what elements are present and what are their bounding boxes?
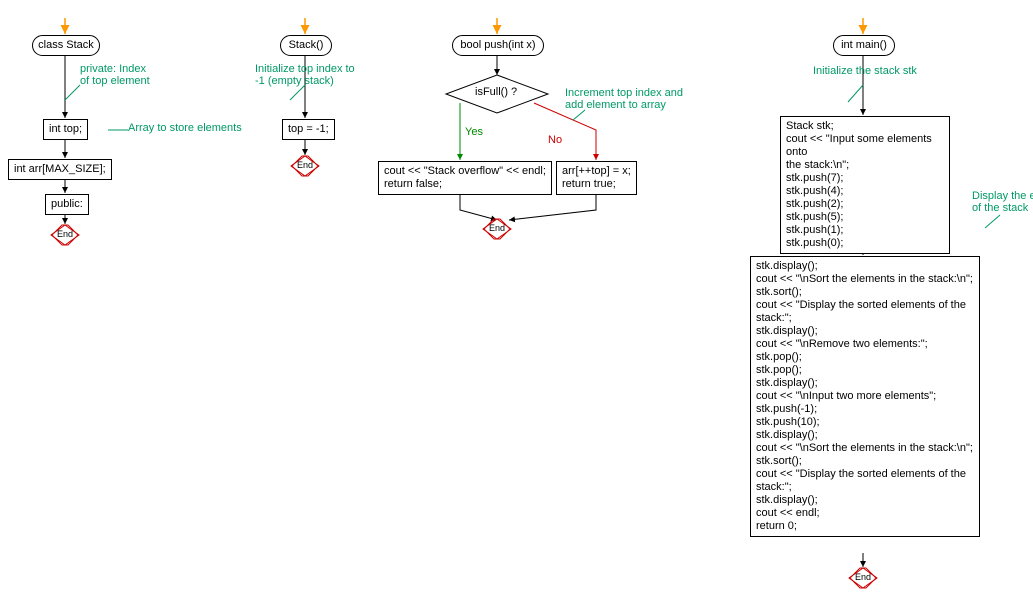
fc1-node-arr-text: int arr[MAX_SIZE];: [14, 163, 106, 175]
fc2-node-init: top = -1;: [282, 119, 335, 140]
fc1-annotation-private: private: Index of top element: [80, 63, 150, 87]
fc4-title: int main(): [833, 35, 895, 56]
fc1-node-public-text: public:: [51, 198, 83, 210]
fc4-end: End: [848, 567, 878, 589]
fc3-annotation: Increment top index and add element to a…: [565, 87, 683, 111]
fc4-end-text: End: [855, 572, 871, 582]
fc1-title-text: class Stack: [38, 39, 94, 51]
fc2-end-text: End: [297, 160, 313, 170]
fc3-edge-yes: Yes: [465, 126, 483, 138]
fc3-end-text: End: [489, 223, 505, 233]
fc1-end: End: [50, 224, 80, 246]
fc3-cond-text: isFull() ?: [475, 86, 517, 98]
fc3-edge-no: No: [548, 134, 562, 146]
fc4-annotation-display: Display the elements of the stack: [972, 190, 1033, 214]
fc3-title-text: bool push(int x): [460, 39, 535, 51]
fc3-branch-assign: arr[++top] = x; return true;: [556, 161, 637, 195]
fc1-title: class Stack: [32, 35, 100, 56]
fc3-end: End: [482, 218, 512, 240]
fc1-end-text: End: [57, 229, 73, 239]
fc4-block-body: stk.display(); cout << "\nSort the eleme…: [750, 256, 980, 537]
fc3-title: bool push(int x): [452, 35, 544, 56]
fc2-node-init-text: top = -1;: [288, 123, 329, 135]
fc4-title-text: int main(): [841, 39, 887, 51]
fc2-title-text: Stack(): [289, 39, 324, 51]
fc2-annotation: Initialize top index to -1 (empty stack): [255, 63, 355, 87]
fc1-node-top: int top;: [43, 119, 88, 140]
fc1-node-public: public:: [45, 194, 89, 215]
fc1-annotation-array: Array to store elements: [128, 122, 242, 134]
fc1-node-top-text: int top;: [49, 123, 82, 135]
fc4-annotation-init: Initialize the stack stk: [813, 65, 917, 77]
fc2-end: End: [290, 155, 320, 177]
flowchart-canvas: class Stack private: Index of top elemen…: [0, 0, 1033, 605]
fc2-title: Stack(): [280, 35, 332, 56]
fc4-block-init: Stack stk; cout << "Input some elements …: [780, 116, 950, 254]
fc1-node-arr: int arr[MAX_SIZE];: [8, 159, 112, 180]
fc3-branch-overflow: cout << "Stack overflow" << endl; return…: [378, 161, 552, 195]
